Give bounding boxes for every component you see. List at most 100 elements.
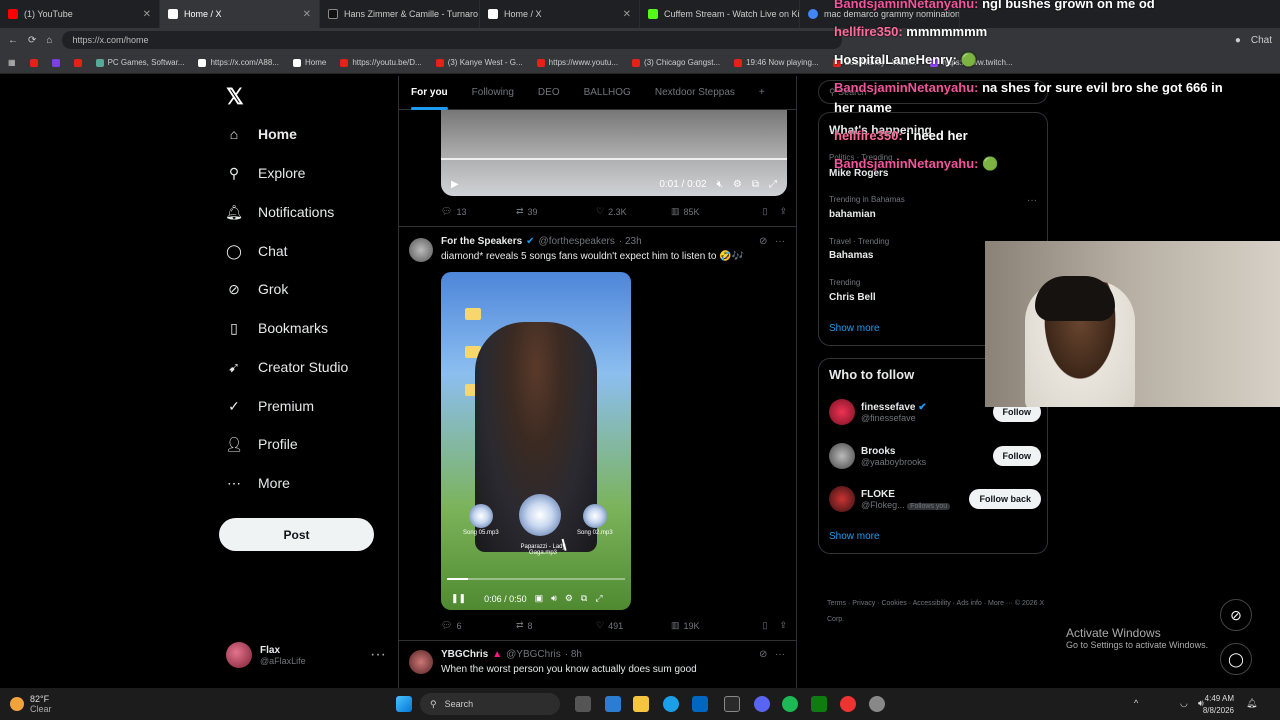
apps-icon[interactable]: ▦ — [8, 58, 16, 67]
volume-icon[interactable]: 🔊︎ — [551, 593, 557, 604]
nav-profile[interactable]: 👤︎ Profile — [225, 436, 298, 453]
views-button[interactable]: ▥ 85K — [671, 206, 751, 217]
settings-icon[interactable] — [869, 696, 885, 712]
tab-list[interactable]: DEO — [538, 87, 560, 98]
edge-icon[interactable] — [663, 696, 679, 712]
bookmark[interactable]: Home — [292, 58, 326, 67]
like-button[interactable]: ♡ 2.3K — [596, 206, 671, 217]
browser-tab[interactable]: Home / X ✕ — [160, 0, 320, 28]
nav-explore[interactable]: ⚲ Explore — [226, 165, 306, 182]
windows-start-icon[interactable] — [396, 696, 412, 712]
tab-list[interactable]: Nextdoor Steppas — [655, 87, 735, 98]
bookmark-icon[interactable]: ▯ — [763, 620, 768, 631]
wifi-icon[interactable]: ◡ — [1180, 698, 1188, 709]
footer-links[interactable]: Terms · Privacy · Cookies · Accessibilit… — [827, 596, 1047, 628]
video-progress[interactable] — [447, 578, 625, 580]
task-view-icon[interactable] — [575, 696, 591, 712]
author-handle[interactable]: @forthespeakers — [539, 236, 615, 247]
photos-icon[interactable] — [605, 696, 621, 712]
pause-icon[interactable]: ❚❚ — [451, 593, 466, 604]
messages-fab[interactable]: ◯ — [1220, 643, 1252, 675]
terminal-icon[interactable] — [724, 696, 740, 712]
user-name[interactable]: FLOKE — [861, 489, 950, 500]
x-logo-icon[interactable]: 𝕏 — [226, 84, 244, 110]
bookmark[interactable] — [29, 58, 38, 67]
avatar[interactable] — [409, 238, 433, 262]
video-player[interactable]: Song 05.mp3 Paparazzi - Lady Gaga.mp3 So… — [441, 272, 631, 610]
avatar[interactable] — [829, 399, 855, 425]
share-icon[interactable]: ⇪ — [779, 206, 787, 217]
bookmark[interactable] — [73, 58, 82, 67]
bookmark[interactable]: 19:46 Now playing... — [734, 58, 819, 67]
repost-button[interactable]: ⇄ 39 — [516, 206, 596, 217]
play-icon[interactable]: ▶ — [451, 179, 459, 190]
trend-item[interactable]: Bahamas — [829, 250, 873, 261]
bookmark[interactable]: https://youtu.be/D... — [340, 58, 422, 67]
notification-bell-icon[interactable]: 🔔︎ — [1246, 698, 1257, 709]
grok-fab[interactable]: ⊘ — [1220, 599, 1252, 631]
nav-creator-studio[interactable]: ➹ Creator Studio — [226, 359, 348, 376]
more-icon[interactable]: ··· — [775, 649, 785, 660]
avatar[interactable] — [829, 443, 855, 469]
bookmark-icon[interactable]: ▯ — [763, 206, 768, 217]
bookmark[interactable]: (3) Chicago Gangst... — [632, 58, 720, 67]
browser-tab[interactable]: Cuffem Stream - Watch Live on Ki✕ — [640, 0, 800, 28]
trend-item[interactable]: Chris Bell — [829, 292, 876, 303]
close-tab-icon[interactable]: ✕ — [623, 9, 631, 20]
avatar[interactable] — [409, 650, 433, 674]
tab-list[interactable]: BALLHOG — [584, 87, 631, 98]
taskbar-search[interactable]: ⚲ Search — [420, 693, 560, 715]
reload-icon[interactable]: ⟳ — [28, 35, 36, 46]
settings-icon[interactable]: ⚙ — [565, 593, 573, 604]
weather-widget[interactable]: 82°F Clear — [10, 694, 52, 714]
system-clock[interactable]: 4:49 AM 8/8/2026 — [1203, 693, 1234, 717]
back-icon[interactable]: ← — [8, 35, 18, 46]
browser-tab[interactable]: Home / X ✕ — [480, 0, 640, 28]
copilot-chat-button[interactable]: Chat — [1251, 35, 1272, 46]
reply-button[interactable]: 💬︎ 6 — [441, 620, 516, 631]
bookmark[interactable] — [51, 58, 60, 67]
more-icon[interactable]: ··· — [775, 236, 785, 247]
spotify-icon[interactable] — [782, 696, 798, 712]
author-handle[interactable]: @YBGChris — [506, 649, 561, 660]
grok-icon[interactable]: ⊘ — [759, 236, 767, 247]
trend-item[interactable]: bahamian — [829, 209, 876, 220]
tray-chevron-icon[interactable]: ^ — [1134, 698, 1138, 708]
address-bar[interactable]: https://x.com/home — [62, 31, 843, 49]
more-icon[interactable]: ··· — [1027, 195, 1037, 206]
bookmark[interactable]: https://x.com/A88... — [198, 58, 279, 67]
show-more-link[interactable]: Show more — [829, 531, 880, 542]
browser-tab[interactable]: (1) YouTube ✕ — [0, 0, 160, 28]
repost-button[interactable]: ⇄ 8 — [516, 620, 596, 631]
nav-more[interactable]: ⋯ More — [226, 475, 290, 492]
close-tab-icon[interactable]: ✕ — [303, 9, 311, 20]
app-icon[interactable] — [840, 696, 856, 712]
nav-home[interactable]: ⌂ Home — [226, 126, 297, 142]
pip-icon[interactable]: ⧉ — [581, 593, 587, 604]
follow-back-button[interactable]: Follow back — [969, 489, 1041, 509]
pip-icon[interactable]: ⧉ — [752, 179, 759, 190]
nav-chat[interactable]: ◯ Chat — [226, 243, 287, 260]
nav-bookmarks[interactable]: ▯ Bookmarks — [226, 320, 328, 337]
close-tab-icon[interactable]: ✕ — [143, 9, 151, 20]
plus-icon[interactable]: + — [759, 87, 765, 98]
bookmark[interactable]: (3) Kanye West - G... — [435, 58, 523, 67]
tab-for-you[interactable]: For you — [411, 87, 448, 110]
avatar[interactable] — [829, 486, 855, 512]
captions-icon[interactable]: ▣ — [535, 593, 544, 604]
reply-button[interactable]: 💬︎ 13 — [441, 206, 516, 217]
settings-icon[interactable]: ⚙ — [733, 179, 742, 190]
bookmark[interactable]: PC Games, Softwar... — [95, 58, 184, 67]
more-icon[interactable]: ··· — [370, 646, 386, 664]
discord-icon[interactable] — [754, 696, 770, 712]
author-name[interactable]: YBGChris — [441, 649, 488, 660]
browser-tab[interactable]: Hans Zimmer & Camille - Turnaro✕ — [320, 0, 480, 28]
video-player[interactable]: ▶ 0:01 / 0:02 🔇︎ ⚙ ⧉ ⤢ — [441, 110, 787, 196]
user-name[interactable]: finessefave — [861, 402, 915, 413]
show-more-link[interactable]: Show more — [829, 323, 880, 334]
video-progress[interactable] — [441, 158, 787, 160]
user-name[interactable]: Brooks — [861, 446, 926, 457]
fullscreen-icon[interactable]: ⤢ — [769, 179, 777, 190]
post-button[interactable]: Post — [219, 518, 374, 551]
bookmark[interactable]: https://www.youtu... — [536, 58, 618, 67]
